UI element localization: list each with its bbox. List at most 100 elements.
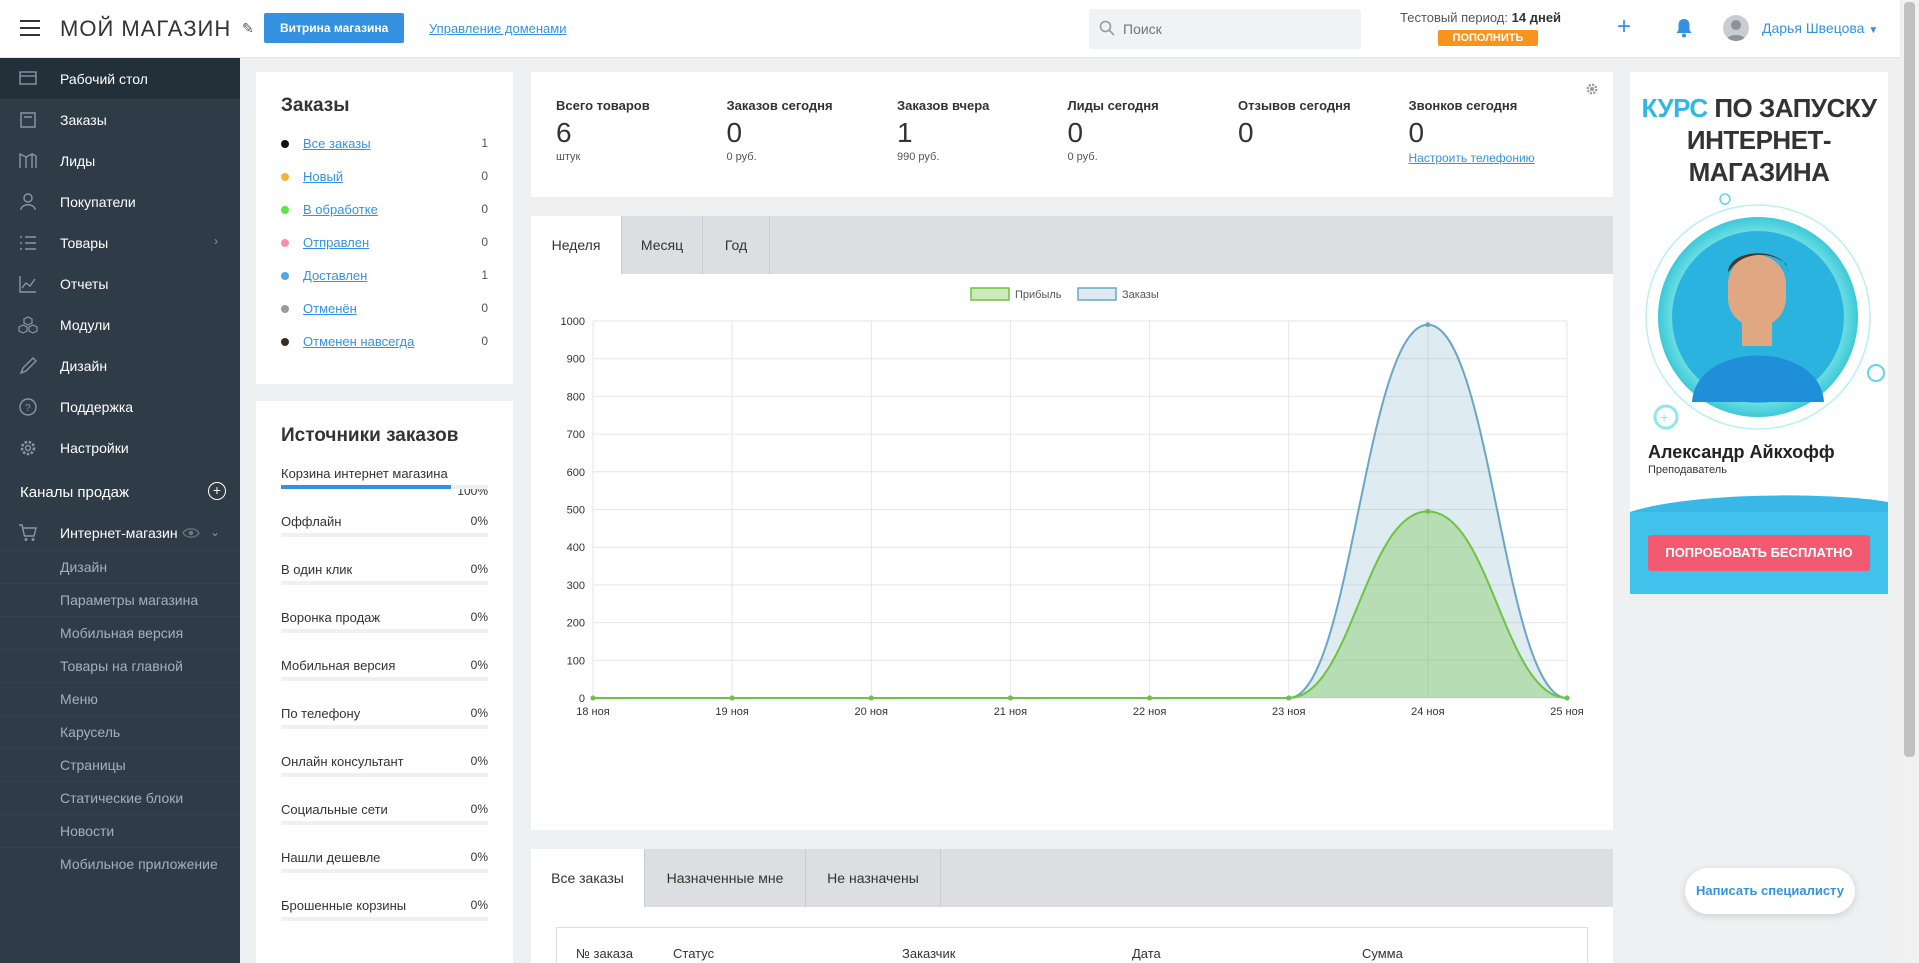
sidebar-item-label: Отчеты [60,275,109,292]
setup-telephony-link[interactable]: Настроить телефонию [1409,151,1535,165]
y-tick-label: 700 [567,429,585,441]
sidebar-item-label: Товары [60,234,109,251]
sidebar-item-online-store[interactable]: Интернет-магазин ⌄ [0,516,240,550]
x-tick-label: 19 ноя [715,706,748,718]
order-status-row[interactable]: Новый 0 [281,167,488,187]
submenu-item[interactable]: Карусель [0,715,240,748]
order-source-percent: 0% [470,706,488,720]
gear-icon[interactable] [1585,82,1599,96]
tab-unassigned[interactable]: Не назначены [806,849,941,907]
order-source-percent: 0% [470,898,488,912]
order-status-link[interactable]: Все заказы [303,136,371,151]
sidebar-item-products[interactable]: Товары › [0,222,240,263]
contact-specialist-button[interactable]: Написать специалисту [1685,868,1855,914]
order-source-percent: 0% [470,658,488,672]
submenu-item[interactable]: Дизайн [0,550,240,583]
tab-year[interactable]: Год [703,216,770,274]
submenu-item[interactable]: Новости [0,814,240,847]
profit-orders-chart: 0 100 200 300 400 500 600 700 800 900 1000 18 ноя 19… [561,287,1584,718]
y-tick-label: 0 [579,693,585,705]
trial-label: Тестовый период: [1400,10,1509,25]
eye-icon[interactable] [182,526,200,540]
y-tick-label: 1000 [561,316,585,328]
submenu-item[interactable]: Мобильная версия [0,616,240,649]
order-status-count: 0 [481,301,488,315]
tab-assigned-to-me[interactable]: Назначенные мне [645,849,806,907]
brand-title[interactable]: МОЙ МАГАЗИН [60,16,231,42]
y-tick-label: 100 [567,655,585,667]
sidebar-item-customers[interactable]: Покупатели [0,181,240,222]
sales-channels-header: Каналы продаж + [0,468,240,516]
order-status-row[interactable]: В обработке 0 [281,200,488,220]
domains-link[interactable]: Управление доменами [429,21,566,36]
column-header[interactable]: Заказчик [902,946,955,961]
column-header[interactable]: № заказа [576,946,633,961]
menu-icon[interactable] [20,20,40,36]
order-source-bar [281,629,488,633]
try-free-button[interactable]: ПОПРОБОВАТЬ БЕСПЛАТНО [1648,535,1870,571]
ad-title-line-1: ПО ЗАПУСКУ [1714,93,1877,123]
search-input[interactable] [1123,9,1353,49]
tab-week[interactable]: Неделя [531,216,622,274]
sidebar-item-design[interactable]: Дизайн [0,345,240,386]
submenu-item[interactable]: Мобильное приложение [0,847,240,880]
order-status-link[interactable]: Отправлен [303,235,369,250]
stat-label: Отзывов сегодня [1238,98,1351,113]
storefront-button[interactable]: Витрина магазина [264,13,405,43]
add-channel-icon[interactable]: + [208,482,226,500]
order-source-label: Социальные сети [281,802,388,817]
user-menu[interactable]: Дарья Швецова ▼ [1762,20,1878,36]
tab-month[interactable]: Месяц [622,216,703,274]
add-icon[interactable]: + [1617,13,1631,41]
order-status-link[interactable]: Доставлен [303,268,367,283]
sidebar-item-settings[interactable]: Настройки [0,427,240,468]
order-source-label: В один клик [281,562,353,577]
bell-icon[interactable] [1675,18,1693,38]
order-status-link[interactable]: В обработке [303,202,378,217]
sidebar-item-orders[interactable]: Заказы [0,99,240,140]
stat-value: 0 [726,117,743,148]
data-point [1147,695,1153,701]
order-status-row[interactable]: Отменён 0 [281,299,488,319]
column-header[interactable]: Дата [1132,946,1161,961]
sidebar-item-reports[interactable]: Отчеты [0,263,240,304]
order-status-link[interactable]: Отменён [303,301,357,316]
column-header[interactable]: Сумма [1362,946,1403,961]
chevron-right-icon: › [214,234,218,248]
submenu-item[interactable]: Параметры магазина [0,583,240,616]
edit-icon[interactable]: ✎ [242,20,254,37]
column-header[interactable]: Статус [673,946,714,961]
order-sources-panel: Источники заказов Корзина интернет магаз… [256,401,513,963]
y-tick-label: 600 [567,467,585,479]
course-ad-banner[interactable]: + КУРС ПО ЗАПУСКУ ИНТЕРНЕТ-МАГАЗИНА Алек… [1630,72,1888,594]
search-box[interactable] [1089,9,1361,49]
sidebar-item-leads[interactable]: Лиды [0,140,240,181]
stat-label: Заказов сегодня [726,98,833,113]
data-point [868,695,874,701]
topup-button[interactable]: ПОПОЛНИТЬ [1438,30,1538,46]
tab-all-orders[interactable]: Все заказы [531,849,645,907]
order-status-row[interactable]: Отправлен 0 [281,233,488,253]
chevron-down-icon[interactable]: ⌄ [210,525,220,539]
stat-sub: 990 руб. [897,151,940,163]
order-source-percent: 0% [470,850,488,864]
order-status-row[interactable]: Отменен навсегда 0 [281,332,488,352]
products-icon [20,236,36,250]
order-status-row[interactable]: Доставлен 1 [281,266,488,286]
avatar[interactable] [1723,15,1749,41]
order-status-link[interactable]: Новый [303,169,343,184]
sidebar-item-support[interactable]: ? Поддержка [0,386,240,427]
submenu-item[interactable]: Статические блоки [0,781,240,814]
page-scrollbar[interactable] [1900,0,1919,963]
submenu-item[interactable]: Товары на главной [0,649,240,682]
sidebar-item-modules[interactable]: Модули [0,304,240,345]
svg-text:+: + [1660,409,1668,425]
customers-icon [20,193,36,211]
submenu-item[interactable]: Страницы [0,748,240,781]
order-status-link[interactable]: Отменен навсегда [303,334,414,349]
scrollbar-thumb[interactable] [1904,2,1915,757]
stat-value: 6 [556,117,572,148]
order-status-row[interactable]: Все заказы 1 [281,134,488,154]
submenu-item[interactable]: Меню [0,682,240,715]
sidebar-item-desktop[interactable]: Рабочий стол [0,58,240,99]
